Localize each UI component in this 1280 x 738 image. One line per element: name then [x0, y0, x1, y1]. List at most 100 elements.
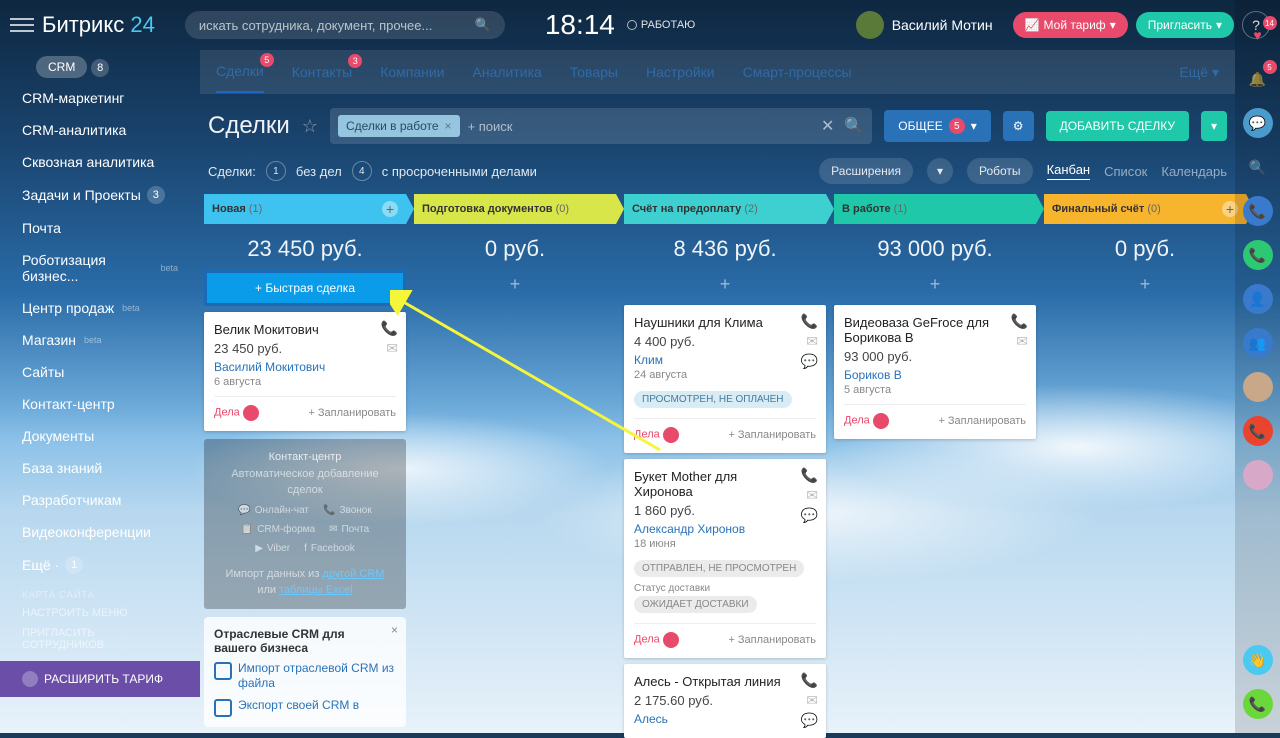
search-icon[interactable]: 🔍 — [844, 116, 864, 136]
mail-icon[interactable]: ✉ — [806, 487, 818, 504]
column-header[interactable]: В работе (1) — [834, 194, 1036, 224]
column-header[interactable]: Финальный счёт (0)+ — [1044, 194, 1246, 224]
chip-remove-icon[interactable]: × — [445, 119, 452, 133]
dela-link[interactable]: Дела 2 — [634, 427, 679, 443]
plan-link[interactable]: + Запланировать — [728, 429, 816, 441]
sidebar-customize[interactable]: НАСТРОИТЬ МЕНЮ — [0, 603, 200, 623]
deal-card[interactable]: 📞 ✉ 💬 Алесь - Открытая линия 2 175.60 ру… — [624, 664, 826, 738]
phone-icon[interactable]: 📞 — [801, 467, 818, 484]
close-icon[interactable]: × — [391, 623, 398, 637]
settings-button[interactable]: ⚙ — [1003, 111, 1034, 141]
column-header[interactable]: Подготовка документов (0) — [414, 194, 616, 224]
sidebar-item[interactable]: Видеоконференции — [0, 516, 200, 548]
plan-link[interactable]: + Запланировать — [728, 634, 816, 646]
plan-link[interactable]: + Запланировать — [308, 407, 396, 419]
contact-avatar[interactable] — [1243, 460, 1273, 490]
search-input[interactable] — [199, 18, 475, 33]
tariff-button[interactable]: 📈 Мой тариф ▾ — [1013, 12, 1128, 38]
global-search[interactable]: 🔍 — [185, 11, 505, 39]
add-card[interactable]: + — [624, 270, 826, 299]
sidebar-item[interactable]: Роботизация бизнес...beta — [0, 244, 200, 292]
tab-products[interactable]: Товары — [570, 52, 618, 92]
quick-deal-button[interactable]: + Быстрая сделка — [204, 270, 406, 306]
mail-icon[interactable]: ✉ — [386, 340, 398, 357]
sidebar-item[interactable]: Разработчикам — [0, 484, 200, 516]
sidebar-item[interactable]: Задачи и Проекты3 — [0, 178, 200, 212]
sidebar-item[interactable]: Контакт-центр — [0, 388, 200, 420]
add-deal-button[interactable]: ДОБАВИТЬ СДЕЛКУ — [1046, 111, 1189, 141]
deal-card[interactable]: 📞 ✉ Видеоваза GeFroce для Борикова В 93 … — [834, 305, 1036, 439]
invite-button[interactable]: Пригласить ▾ — [1136, 12, 1234, 38]
user-icon[interactable]: 👤 — [1243, 284, 1273, 314]
phone-icon[interactable]: 📞 — [381, 320, 398, 337]
plan-link[interactable]: + Запланировать — [938, 415, 1026, 427]
view-list[interactable]: Список — [1104, 164, 1147, 179]
dela-link[interactable]: Дела 1 — [844, 413, 889, 429]
sidebar-item[interactable]: Центр продажbeta — [0, 292, 200, 324]
username[interactable]: Василий Мотин — [892, 17, 993, 33]
sidebar-item[interactable]: Сквозная аналитика — [0, 146, 200, 178]
tab-more[interactable]: Ещё ▾ — [1179, 52, 1219, 93]
phone-icon[interactable]: 📞 — [1243, 240, 1273, 270]
logo[interactable]: Битрикс 24 — [42, 12, 155, 38]
mail-icon[interactable]: ✉ — [806, 333, 818, 350]
deal-card[interactable]: 📞 ✉ 💬 Букет Mother для Хиронова 1 860 ру… — [624, 459, 826, 658]
favorite-star[interactable]: ☆ — [302, 116, 318, 137]
tab-settings[interactable]: Настройки — [646, 52, 715, 92]
mail-icon[interactable]: ✉ — [806, 692, 818, 709]
users-icon[interactable]: 👥 — [1243, 328, 1273, 358]
import-link[interactable]: другой CRM — [322, 568, 384, 580]
hamburger-menu[interactable] — [10, 13, 34, 37]
add-card[interactable]: + — [1044, 270, 1246, 299]
promo-item[interactable]: Экспорт своей CRM в — [214, 698, 396, 717]
subbar-count[interactable]: 1 — [266, 161, 286, 181]
phone-icon[interactable]: 📞 — [801, 313, 818, 330]
phone-icon[interactable]: 📞 — [1011, 313, 1028, 330]
contact-avatar[interactable] — [1243, 372, 1273, 402]
bell-icon[interactable]: 🔔5 — [1243, 64, 1273, 94]
dial-icon[interactable]: 📞 — [1243, 689, 1273, 719]
chat-icon[interactable]: 💬 — [801, 507, 818, 524]
chat-icon[interactable]: 💬 — [1243, 108, 1273, 138]
sidebar-item[interactable]: Магазинbeta — [0, 324, 200, 356]
column-header[interactable]: Новая (1)+ — [204, 194, 406, 224]
sidebar-item[interactable]: Ещё ·1 — [0, 548, 200, 582]
sidebar-item[interactable]: База знаний — [0, 452, 200, 484]
sidebar-invite[interactable]: ПРИГЛАСИТЬ СОТРУДНИКОВ — [0, 623, 200, 655]
chat-icon[interactable]: 💬 — [801, 712, 818, 729]
tab-analytics[interactable]: Аналитика — [473, 52, 542, 92]
add-deal-dropdown[interactable]: ▾ — [1201, 111, 1227, 141]
column-header[interactable]: Счёт на предоплату (2) — [624, 194, 826, 224]
filter-add[interactable]: + поиск — [468, 119, 513, 134]
sidebar-item[interactable]: CRM-маркетинг — [0, 82, 200, 114]
deal-card[interactable]: 📞 ✉ 💬 Наушники для Клима 4 400 руб. Клим… — [624, 305, 826, 453]
sidebar-active[interactable]: CRM — [36, 56, 87, 78]
add-card[interactable]: + — [414, 270, 616, 299]
deal-card[interactable]: 📞 ✉ Велик Мокитович 23 450 руб. Василий … — [204, 312, 406, 431]
common-button[interactable]: ОБЩЕЕ5 ▾ — [884, 110, 991, 142]
mail-icon[interactable]: ✉ — [1016, 333, 1028, 350]
dela-link[interactable]: Дела 2 — [214, 405, 259, 421]
heart-icon[interactable]: ♥14 — [1243, 20, 1273, 50]
work-status[interactable]: РАБОТАЮ — [627, 19, 695, 31]
add-icon[interactable]: + — [382, 201, 398, 217]
sidebar-item[interactable]: CRM-аналитика — [0, 114, 200, 146]
extensions-button[interactable]: Расширения — [819, 158, 913, 184]
tab-contacts[interactable]: Контакты3 — [292, 52, 352, 92]
chat-icon[interactable]: 💬 — [801, 353, 818, 370]
sidebar-item[interactable]: Почта — [0, 212, 200, 244]
tab-companies[interactable]: Компании — [380, 52, 444, 92]
import-link[interactable]: таблицы Excel — [279, 584, 353, 596]
wave-icon[interactable]: 👋 — [1243, 645, 1273, 675]
user-avatar[interactable] — [856, 11, 884, 39]
clear-icon[interactable]: ✕ — [821, 116, 834, 136]
sidebar-item[interactable]: Документы — [0, 420, 200, 452]
tab-smart[interactable]: Смарт-процессы — [743, 52, 852, 92]
search-icon[interactable]: 🔍 — [1243, 152, 1273, 182]
ext-dropdown[interactable]: ▾ — [927, 158, 953, 184]
filter-box[interactable]: Сделки в работе× + поиск ✕ 🔍 — [330, 108, 872, 144]
phone-icon[interactable]: 📞 — [801, 672, 818, 689]
filter-chip[interactable]: Сделки в работе× — [338, 115, 460, 137]
add-card[interactable]: + — [834, 270, 1036, 299]
call-icon[interactable]: 📞 — [1243, 196, 1273, 226]
